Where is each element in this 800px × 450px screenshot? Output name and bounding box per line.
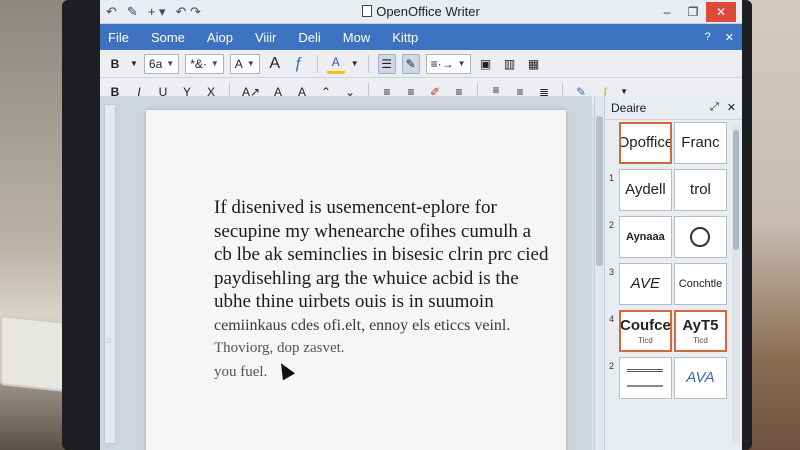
row-number: 1 (609, 173, 615, 183)
row-number: 2 (609, 361, 615, 371)
style-card[interactable]: AVE (618, 263, 672, 305)
toolbar-separator (316, 54, 318, 73)
close-button[interactable]: ✕ (706, 1, 736, 22)
style-card[interactable]: Franc (673, 122, 727, 164)
image-icon[interactable]: ▣ (477, 54, 495, 74)
style-card[interactable]: Aynaaa (618, 216, 672, 258)
document-line: ubhe thine uirbets ouis is in suumoin (214, 291, 494, 312)
chevron-down-icon[interactable]: ▼ (620, 87, 628, 96)
document-workspace: ◌ If disenived is usemencent-eplore for … (100, 96, 592, 450)
highlight-button[interactable]: A (326, 54, 345, 74)
document-page[interactable]: If disenived is usemencent-eplore for se… (146, 110, 566, 450)
document-line: cemiinkaus cdes ofi.elt, ennoy els eticc… (214, 316, 511, 334)
table-icon[interactable]: ▦ (525, 54, 543, 74)
document-line: secupine my whenearche ofihes cumulh a (214, 220, 532, 242)
pen-icon[interactable]: ✎ (401, 53, 420, 74)
chevron-down-icon: ▼ (457, 59, 466, 68)
panel-title: Deaire (611, 100, 647, 115)
document-line: cb lbe ak seminclies in bisesic clrin pr… (214, 244, 549, 265)
style-card[interactable]: Aydell (618, 169, 672, 211)
menubar-right-controls: ? ✕ (705, 31, 734, 44)
panel-scrollbar[interactable] (732, 124, 740, 444)
style-card[interactable]: AyT5 Ticd (673, 310, 728, 352)
style-card[interactable]: trol (673, 169, 728, 211)
menu-kittp[interactable]: Kittp (392, 30, 418, 45)
toolbar-separator (367, 54, 369, 73)
styles-side-panel: Deaire ⤢ ✕ Opoffice Franc 1 Aydell trol … (604, 96, 742, 450)
expand-icon[interactable]: ⤢ (710, 101, 719, 114)
scrollbar-thumb[interactable] (596, 116, 603, 266)
quick-access-toolbar: ↶ ✎ + ▾ ↶ ↷ (106, 4, 201, 20)
menu-viiir[interactable]: Viiir (255, 30, 276, 45)
style-card[interactable]: Coufce Ticd (618, 310, 672, 352)
undo-icon[interactable]: ↶ (106, 4, 117, 20)
vertical-ruler[interactable]: ◌ (104, 104, 116, 444)
panel-scrollbar-thumb[interactable] (733, 130, 739, 250)
chevron-down-icon: ▼ (210, 59, 219, 68)
font-a-button[interactable]: A (266, 54, 284, 74)
thumbnail-row: Opoffice Franc (609, 122, 727, 164)
font-color-combo[interactable]: A ▼ (229, 53, 260, 74)
style-card[interactable]: Opoffice (618, 122, 672, 164)
menu-some[interactable]: Some (151, 30, 185, 45)
list-icon[interactable]: ☰ (377, 53, 396, 74)
title-bar: ↶ ✎ + ▾ ↶ ↷ OpenOffice Writer – ❐ ✕ (100, 0, 742, 24)
panel-header: Deaire ⤢ ✕ (605, 96, 742, 120)
document-line: If disenived is usemencent-eplore for (214, 197, 497, 218)
thumbnail-row: 1 Aydell trol (609, 169, 728, 211)
close-icon[interactable]: ✕ (727, 101, 736, 114)
style-card[interactable]: AVA (673, 357, 728, 399)
edit-icon[interactable]: ✎ (127, 4, 138, 20)
row-number: 4 (609, 314, 615, 324)
style-thumbnails: Opoffice Franc 1 Aydell trol 2 Aynaaa 3 … (609, 122, 728, 404)
chevron-down-icon[interactable]: ▼ (351, 59, 359, 68)
function-icon[interactable]: ƒ (290, 54, 308, 74)
list-style-combo[interactable]: ≡·→ ▼ (425, 53, 471, 74)
document-line: you fuel. (214, 363, 268, 380)
style-card[interactable]: Conchtle (673, 263, 728, 305)
menu-bar: File Some Aiop Viiir Deli Mow Kittp ? ✕ (100, 24, 742, 50)
thumbnail-row: 2 AVA (609, 357, 728, 399)
chart-icon[interactable]: ▥ (501, 54, 519, 74)
style-card[interactable] (673, 216, 728, 258)
menu-mow[interactable]: Mow (343, 30, 370, 45)
document-body[interactable]: If disenived is usemencent-eplore for se… (214, 196, 549, 384)
ruler-marker-icon: ◌ (106, 335, 112, 345)
document-icon (362, 5, 373, 17)
document-scrollbar[interactable] (594, 96, 604, 450)
minimize-button[interactable]: – (654, 2, 680, 22)
thumbnail-row: 3 AVE Conchtle (609, 263, 728, 305)
menu-deli[interactable]: Deli (298, 30, 320, 45)
circle-icon (690, 227, 711, 247)
chevron-down-icon: ▼ (246, 59, 255, 68)
chevron-down-icon[interactable]: ▼ (130, 59, 138, 68)
chevron-down-icon: ▼ (166, 59, 175, 68)
row-number: 3 (609, 267, 615, 277)
lines-icon (627, 369, 664, 387)
menu-file[interactable]: File (108, 30, 129, 45)
help-icon[interactable]: ? (705, 31, 711, 44)
bold-button[interactable]: B (106, 54, 124, 74)
document-line: paydisehling arg the whuice acbid is the (214, 267, 519, 289)
font-size-combo[interactable]: 6a ▼ (143, 53, 180, 74)
app-window: ↶ ✎ + ▾ ↶ ↷ OpenOffice Writer – ❐ ✕ File… (100, 0, 742, 450)
maximize-button[interactable]: ❐ (680, 2, 706, 22)
document-line: Thoviorg, dop zasvet. (214, 340, 345, 356)
thumbnail-row: 4 Coufce Ticd AyT5 Ticd (609, 310, 728, 352)
style-card[interactable] (618, 357, 672, 399)
style-combo[interactable]: *&· ▼ (185, 53, 224, 74)
menu-aiop[interactable]: Aiop (207, 30, 233, 45)
row-number: 2 (609, 220, 615, 230)
thumbnail-row: 2 Aynaaa (609, 216, 728, 258)
formatting-toolbar-1: B ▼ 6a ▼ *&· ▼ A ▼ A ƒ A ▼ ☰ ✎ ≡·→ ▼ ▣ ▥ ▦ (100, 50, 742, 78)
window-controls: – ❐ ✕ (654, 1, 736, 22)
add-dropdown-icon[interactable]: + ▾ (148, 4, 166, 20)
close-document-icon[interactable]: ✕ (725, 31, 734, 44)
row-number (609, 122, 617, 126)
undo-redo-icons[interactable]: ↶ ↷ (176, 4, 201, 20)
